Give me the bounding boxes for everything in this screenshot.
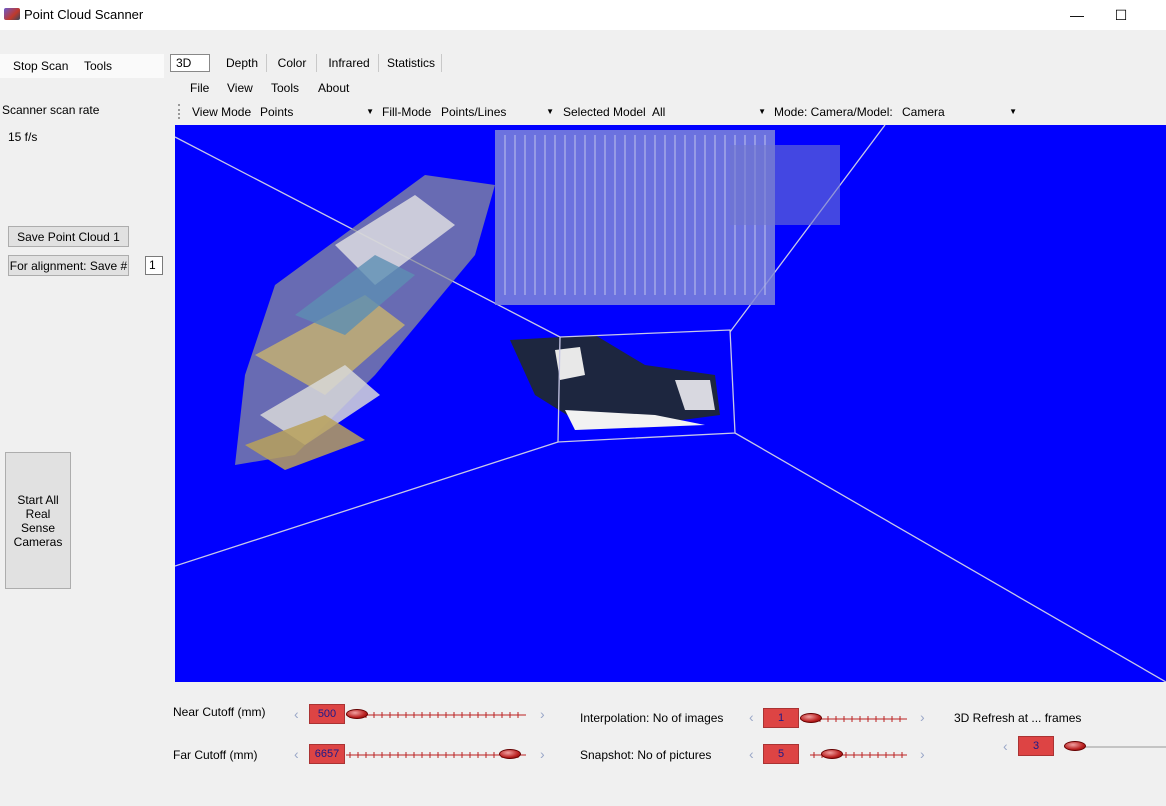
tools-menu-left[interactable]: Tools xyxy=(84,59,112,73)
tab-statistics[interactable]: Statistics xyxy=(381,54,442,72)
stop-scan-menu[interactable]: Stop Scan xyxy=(13,59,68,73)
interpolation-value: 1 xyxy=(763,708,799,728)
point-cloud-render xyxy=(175,125,1166,682)
near-cutoff-value: 500 xyxy=(309,704,345,724)
refresh-decrease-icon[interactable]: ‹ xyxy=(1003,738,1008,754)
selected-model-select[interactable]: All ▼ xyxy=(650,102,768,121)
tab-depth[interactable]: Depth xyxy=(218,54,267,72)
fill-mode-value: Points/Lines xyxy=(441,104,507,119)
chevron-down-icon: ▼ xyxy=(546,107,554,116)
interpolation-label: Interpolation: No of images xyxy=(580,711,724,725)
near-cutoff-slider[interactable] xyxy=(346,709,526,719)
scan-rate-label: Scanner scan rate xyxy=(2,103,100,117)
mode-select[interactable]: Camera ▼ xyxy=(900,102,1019,121)
slider-track-graphic xyxy=(346,712,526,718)
alignment-number-field[interactable]: 1 xyxy=(145,256,163,275)
window-title: Point Cloud Scanner xyxy=(24,7,144,22)
fill-mode-select[interactable]: Points/Lines ▼ xyxy=(439,102,556,121)
selected-model-value: All xyxy=(652,104,666,119)
shelf-points xyxy=(235,175,495,470)
tools-menu[interactable]: Tools xyxy=(271,81,299,95)
selected-model-label: Selected Model xyxy=(563,105,646,119)
fill-mode-label: Fill-Mode xyxy=(382,105,432,119)
save-point-cloud-button[interactable]: Save Point Cloud 1 xyxy=(8,226,129,247)
interpolation-decrease-icon[interactable]: ‹ xyxy=(749,709,754,725)
snapshot-value: 5 xyxy=(763,744,799,764)
tab-infrared[interactable]: Infrared xyxy=(320,54,379,72)
slider-knob[interactable] xyxy=(1064,741,1086,751)
title-bar xyxy=(0,0,1166,30)
near-cutoff-decrease-icon[interactable]: ‹ xyxy=(294,706,299,722)
interpolation-increase-icon[interactable]: › xyxy=(920,709,925,725)
far-cutoff-label: Far Cutoff (mm) xyxy=(173,748,258,762)
person-points xyxy=(510,335,720,430)
mode-value: Camera xyxy=(902,104,945,119)
refresh-slider[interactable] xyxy=(1064,741,1166,751)
slider-knob[interactable] xyxy=(499,749,521,759)
alignment-save-button[interactable]: For alignment: Save # xyxy=(8,255,129,276)
minimize-button[interactable]: — xyxy=(1054,0,1100,30)
far-cutoff-decrease-icon[interactable]: ‹ xyxy=(294,746,299,762)
3d-viewport[interactable] xyxy=(175,125,1166,682)
chevron-down-icon: ▼ xyxy=(758,107,766,116)
slider-knob[interactable] xyxy=(821,749,843,759)
start-cameras-button[interactable]: Start All Real Sense Cameras xyxy=(5,452,71,589)
refresh-label: 3D Refresh at ... frames xyxy=(954,711,1082,725)
slider-knob[interactable] xyxy=(800,713,822,723)
file-menu[interactable]: File xyxy=(190,81,209,95)
toolbar-grip[interactable] xyxy=(178,104,182,119)
snapshot-label: Snapshot: No of pictures xyxy=(580,748,712,762)
snapshot-increase-icon[interactable]: › xyxy=(920,746,925,762)
view-mode-value: Points xyxy=(260,104,294,119)
interpolation-slider[interactable] xyxy=(800,713,907,723)
about-menu[interactable]: About xyxy=(318,81,349,95)
tab-color[interactable]: Color xyxy=(268,54,317,72)
snapshot-slider[interactable] xyxy=(810,749,907,759)
tab-3d[interactable]: 3D xyxy=(170,54,210,72)
view-mode-select[interactable]: Points ▼ xyxy=(258,102,376,121)
scan-rate-value: 15 f/s xyxy=(8,130,38,144)
maximize-button[interactable]: ☐ xyxy=(1098,0,1144,30)
wall-points xyxy=(495,130,840,305)
app-icon xyxy=(4,8,20,20)
slider-knob[interactable] xyxy=(346,709,368,719)
chevron-down-icon: ▼ xyxy=(1009,107,1017,116)
snapshot-decrease-icon[interactable]: ‹ xyxy=(749,746,754,762)
far-cutoff-value: 6657 xyxy=(309,744,345,764)
far-cutoff-increase-icon[interactable]: › xyxy=(540,746,545,762)
refresh-value: 3 xyxy=(1018,736,1054,756)
far-cutoff-slider[interactable] xyxy=(346,749,526,759)
near-cutoff-increase-icon[interactable]: › xyxy=(540,706,545,722)
view-mode-label: View Mode xyxy=(192,105,252,119)
view-menu[interactable]: View xyxy=(227,81,253,95)
chevron-down-icon: ▼ xyxy=(366,107,374,116)
near-cutoff-label: Near Cutoff (mm) xyxy=(173,705,266,719)
mode-label: Mode: Camera/Model: xyxy=(774,105,893,119)
